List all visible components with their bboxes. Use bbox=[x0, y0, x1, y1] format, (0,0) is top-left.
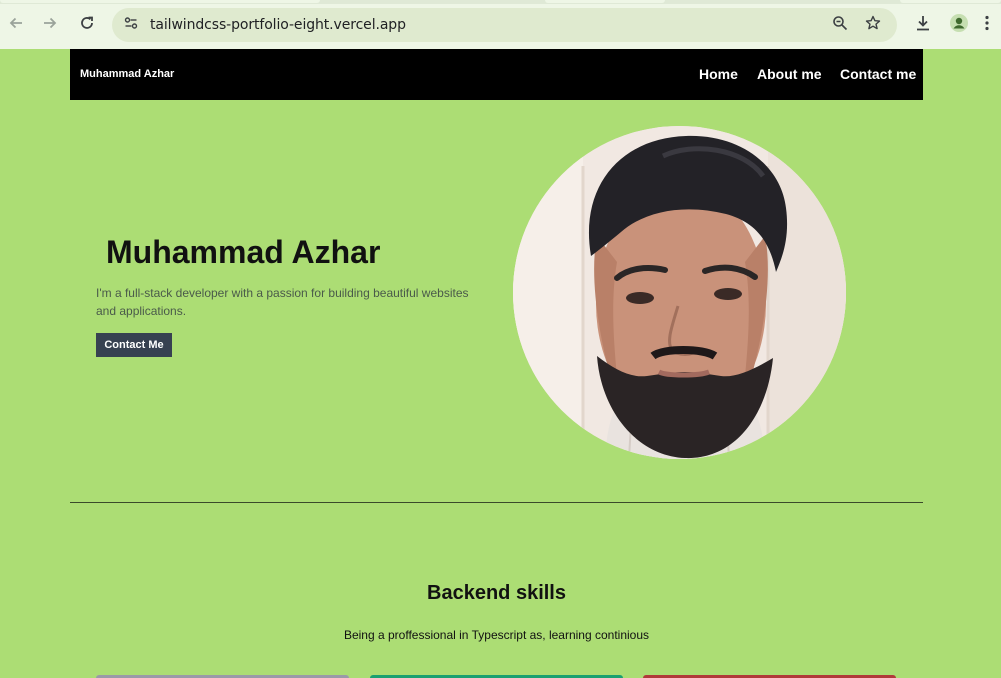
bookmark-button[interactable] bbox=[863, 15, 883, 35]
back-arrow-icon bbox=[8, 15, 24, 36]
profile-icon bbox=[949, 13, 969, 38]
tab-edge bbox=[900, 0, 1001, 3]
star-icon bbox=[865, 15, 881, 36]
address-bar[interactable]: tailwindcss-portfolio-eight.vercel.app bbox=[112, 8, 897, 42]
hero-title: Muhammad Azhar bbox=[106, 234, 381, 270]
download-icon bbox=[914, 14, 932, 37]
downloads-button[interactable] bbox=[911, 13, 935, 37]
forward-arrow-icon bbox=[42, 15, 58, 36]
forward-button[interactable] bbox=[38, 13, 62, 37]
section-divider bbox=[70, 502, 923, 503]
skills-title: Backend skills bbox=[427, 582, 566, 604]
more-icon bbox=[985, 15, 989, 36]
browser-toolbar: tailwindcss-portfolio-eight.vercel.app bbox=[0, 0, 1001, 49]
zoom-button[interactable] bbox=[830, 15, 850, 35]
reload-icon bbox=[79, 15, 95, 36]
profile-button[interactable] bbox=[947, 13, 971, 37]
profile-photo bbox=[513, 126, 846, 459]
url-text[interactable]: tailwindcss-portfolio-eight.vercel.app bbox=[150, 17, 406, 33]
zoom-icon bbox=[832, 15, 848, 36]
reload-button[interactable] bbox=[75, 13, 99, 37]
nav-link-contact[interactable]: Contact me bbox=[840, 66, 916, 82]
brand-name[interactable]: Muhammad Azhar bbox=[80, 68, 174, 80]
tab-edge bbox=[545, 0, 665, 3]
nav-link-home[interactable]: Home bbox=[699, 66, 738, 82]
tab-edge bbox=[0, 0, 320, 3]
contact-me-button[interactable]: Contact Me bbox=[96, 333, 172, 357]
back-button[interactable] bbox=[4, 13, 28, 37]
tab-strip bbox=[0, 0, 1001, 4]
site-info-icon bbox=[123, 15, 139, 36]
site-navbar: Muhammad Azhar Home About me Contact me bbox=[70, 49, 923, 100]
skills-subtitle: Being a proffessional in Typescript as, … bbox=[343, 628, 650, 642]
menu-button[interactable] bbox=[980, 13, 994, 37]
hero-description: I'm a full-stack developer with a passio… bbox=[96, 286, 469, 318]
nav-link-about[interactable]: About me bbox=[757, 66, 822, 82]
site-info-button[interactable] bbox=[120, 14, 142, 36]
